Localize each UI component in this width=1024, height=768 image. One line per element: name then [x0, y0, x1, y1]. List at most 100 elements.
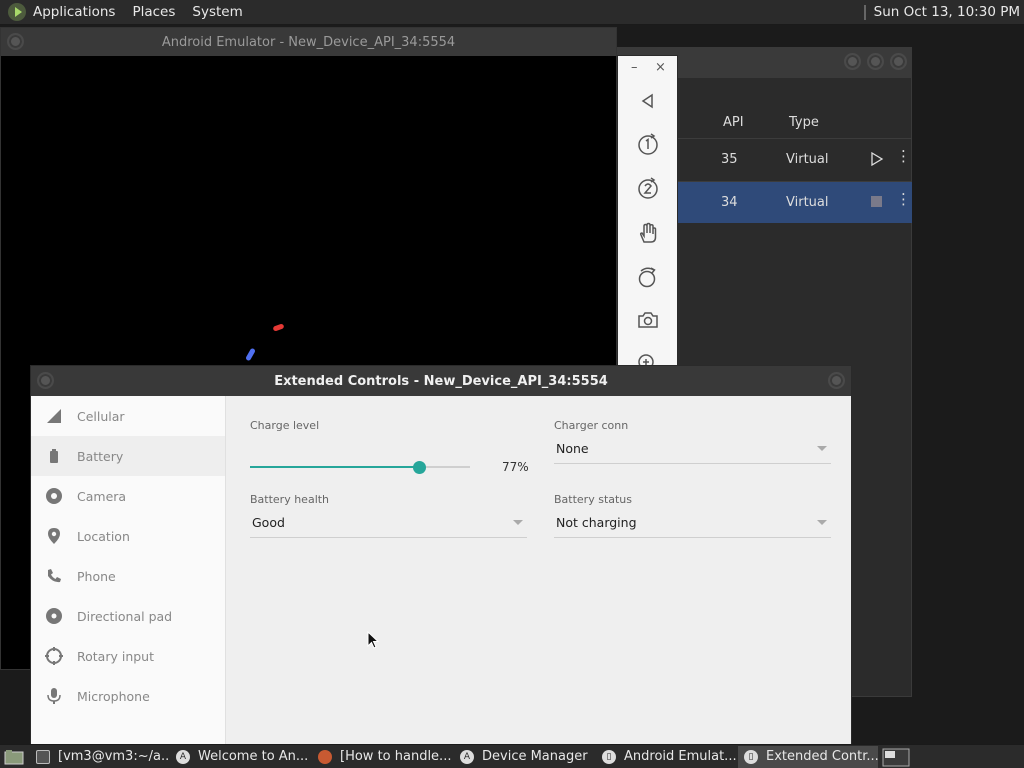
sidebar-item-label: Rotary input — [77, 648, 154, 664]
screenshot-icon — [638, 312, 658, 328]
clock-area[interactable]: Sun Oct 13, 10:30 PM — [863, 0, 1024, 25]
battery-status-label: Battery status — [554, 493, 633, 506]
charger-connection-select[interactable]: None — [554, 436, 831, 464]
sidebar-item-label: Battery — [77, 448, 124, 464]
taskbar-item-label: [vm3@vm3:~/a... — [58, 749, 168, 764]
dpad-icon — [46, 608, 62, 624]
play-icon — [871, 151, 884, 167]
stop-icon — [871, 196, 882, 207]
back-button[interactable] — [632, 85, 664, 117]
terminal-icon — [36, 749, 50, 764]
taskbar-item-firefox[interactable]: [How to handle... — [312, 746, 452, 768]
dropdown-arrow-icon — [513, 520, 523, 525]
rotate-device-icon — [638, 267, 656, 288]
rotate-left-icon — [638, 133, 658, 155]
device-api: 34 — [721, 195, 738, 210]
sidebar-item-directional-pad[interactable]: Directional pad — [31, 596, 225, 636]
location-icon — [48, 528, 60, 544]
battery-status-value: Not charging — [556, 515, 637, 530]
sidebar-item-label: Directional pad — [77, 608, 173, 624]
close-button[interactable] — [828, 372, 845, 389]
workspace-switcher[interactable] — [880, 746, 912, 768]
top-panel: Applications Places System Sun Oct 13, 1… — [0, 0, 1024, 25]
battery-status-select[interactable]: Not charging — [554, 510, 831, 538]
charge-level-slider[interactable] — [250, 460, 470, 474]
minimize-button[interactable] — [844, 53, 861, 70]
show-desktop-button[interactable] — [0, 746, 28, 768]
back-icon — [641, 93, 653, 109]
dropdown-arrow-icon — [817, 446, 827, 451]
mouse-cursor-icon — [367, 631, 380, 649]
system-menu-icon[interactable] — [8, 3, 26, 21]
taskbar-item-label: Extended Contr... — [766, 749, 878, 764]
extended-controls-window: Extended Controls - New_Device_API_34:55… — [30, 365, 852, 746]
menu-system[interactable]: System — [192, 4, 242, 20]
sidebar-item-location[interactable]: Location — [31, 516, 225, 556]
window-menu-button[interactable] — [7, 33, 24, 50]
workspace-icon — [882, 748, 910, 766]
charger-connection-label: Charger conn — [554, 419, 629, 432]
maximize-button[interactable] — [867, 53, 884, 70]
device-api: 35 — [721, 152, 738, 167]
sidebar-item-phone[interactable]: Phone — [31, 556, 225, 596]
rotate-right-icon — [638, 177, 658, 199]
battery-health-value: Good — [252, 515, 285, 530]
rotate-left-button[interactable] — [632, 128, 664, 160]
taskbar-item-label: [How to handle... — [340, 749, 452, 764]
toolbar-close-button[interactable]: × — [655, 60, 666, 75]
panel-separator — [863, 4, 866, 20]
close-button[interactable] — [890, 53, 907, 70]
emulator-icon: ▯ — [602, 749, 616, 764]
run-device-button[interactable] — [870, 151, 884, 170]
clock[interactable]: Sun Oct 13, 10:30 PM — [874, 4, 1020, 20]
device-menu-button[interactable]: ⋮ — [896, 192, 911, 207]
android-studio-icon: A — [176, 749, 190, 764]
sidebar-item-label: Camera — [77, 488, 127, 504]
charger-connection-value: None — [556, 441, 589, 456]
toolbar-minimize-button[interactable]: – — [631, 60, 638, 75]
rotary-icon — [45, 647, 63, 665]
menu-places[interactable]: Places — [132, 4, 175, 20]
window-menu-button[interactable] — [37, 372, 54, 389]
column-header-type[interactable]: Type — [789, 115, 819, 130]
column-header-api[interactable]: API — [723, 115, 744, 130]
taskbar-item-label: Device Manager — [482, 749, 588, 764]
screenshot-button[interactable] — [632, 304, 664, 336]
sidebar-item-cellular[interactable]: Cellular — [31, 396, 225, 436]
rotate-device-button[interactable] — [632, 261, 664, 293]
phone-icon — [48, 569, 61, 583]
taskbar-item-device-manager[interactable]: A Device Manager — [454, 746, 594, 768]
camera-icon — [46, 488, 62, 504]
device-type: Virtual — [786, 152, 829, 167]
battery-health-label: Battery health — [250, 493, 330, 506]
sidebar-item-rotary-input[interactable]: Rotary input — [31, 636, 225, 676]
taskbar-item-label: Android Emulat... — [624, 749, 736, 764]
android-studio-icon: A — [460, 749, 474, 764]
charge-level-value: 77% — [502, 460, 529, 474]
taskbar-item-android-emulator[interactable]: ▯ Android Emulat... — [596, 746, 736, 768]
sidebar-item-microphone[interactable]: Microphone — [31, 676, 225, 716]
sidebar-item-label: Microphone — [77, 688, 150, 704]
device-type: Virtual — [786, 195, 829, 210]
sidebar-item-camera[interactable]: Camera — [31, 476, 225, 516]
extended-controls-titlebar[interactable]: Extended Controls - New_Device_API_34:55… — [31, 366, 851, 396]
battery-health-select[interactable]: Good — [250, 510, 527, 538]
rotate-right-button[interactable] — [632, 172, 664, 204]
taskbar-item-welcome[interactable]: A Welcome to An... — [170, 746, 310, 768]
device-menu-button[interactable]: ⋮ — [896, 149, 911, 164]
stop-device-button[interactable] — [870, 195, 884, 213]
microphone-icon — [47, 688, 61, 704]
charge-level-thumb[interactable] — [413, 460, 427, 474]
emulator-icon: ▯ — [744, 749, 758, 764]
battery-icon — [50, 449, 58, 463]
battery-panel: Charge level 77% Charger conn None Batte… — [227, 396, 851, 746]
cellular-icon — [47, 409, 61, 423]
boot-dot-blue — [245, 347, 256, 362]
menu-applications[interactable]: Applications — [33, 4, 115, 20]
emulator-titlebar[interactable]: Android Emulator - New_Device_API_34:555… — [1, 28, 616, 56]
extended-controls-sidebar: Cellular Battery Camera Location Phone D… — [31, 396, 226, 746]
gesture-button[interactable] — [632, 217, 664, 249]
taskbar-item-terminal[interactable]: [vm3@vm3:~/a... — [30, 746, 168, 768]
taskbar-item-extended-controls[interactable]: ▯ Extended Contr... — [738, 745, 878, 768]
sidebar-item-battery[interactable]: Battery — [31, 436, 225, 476]
